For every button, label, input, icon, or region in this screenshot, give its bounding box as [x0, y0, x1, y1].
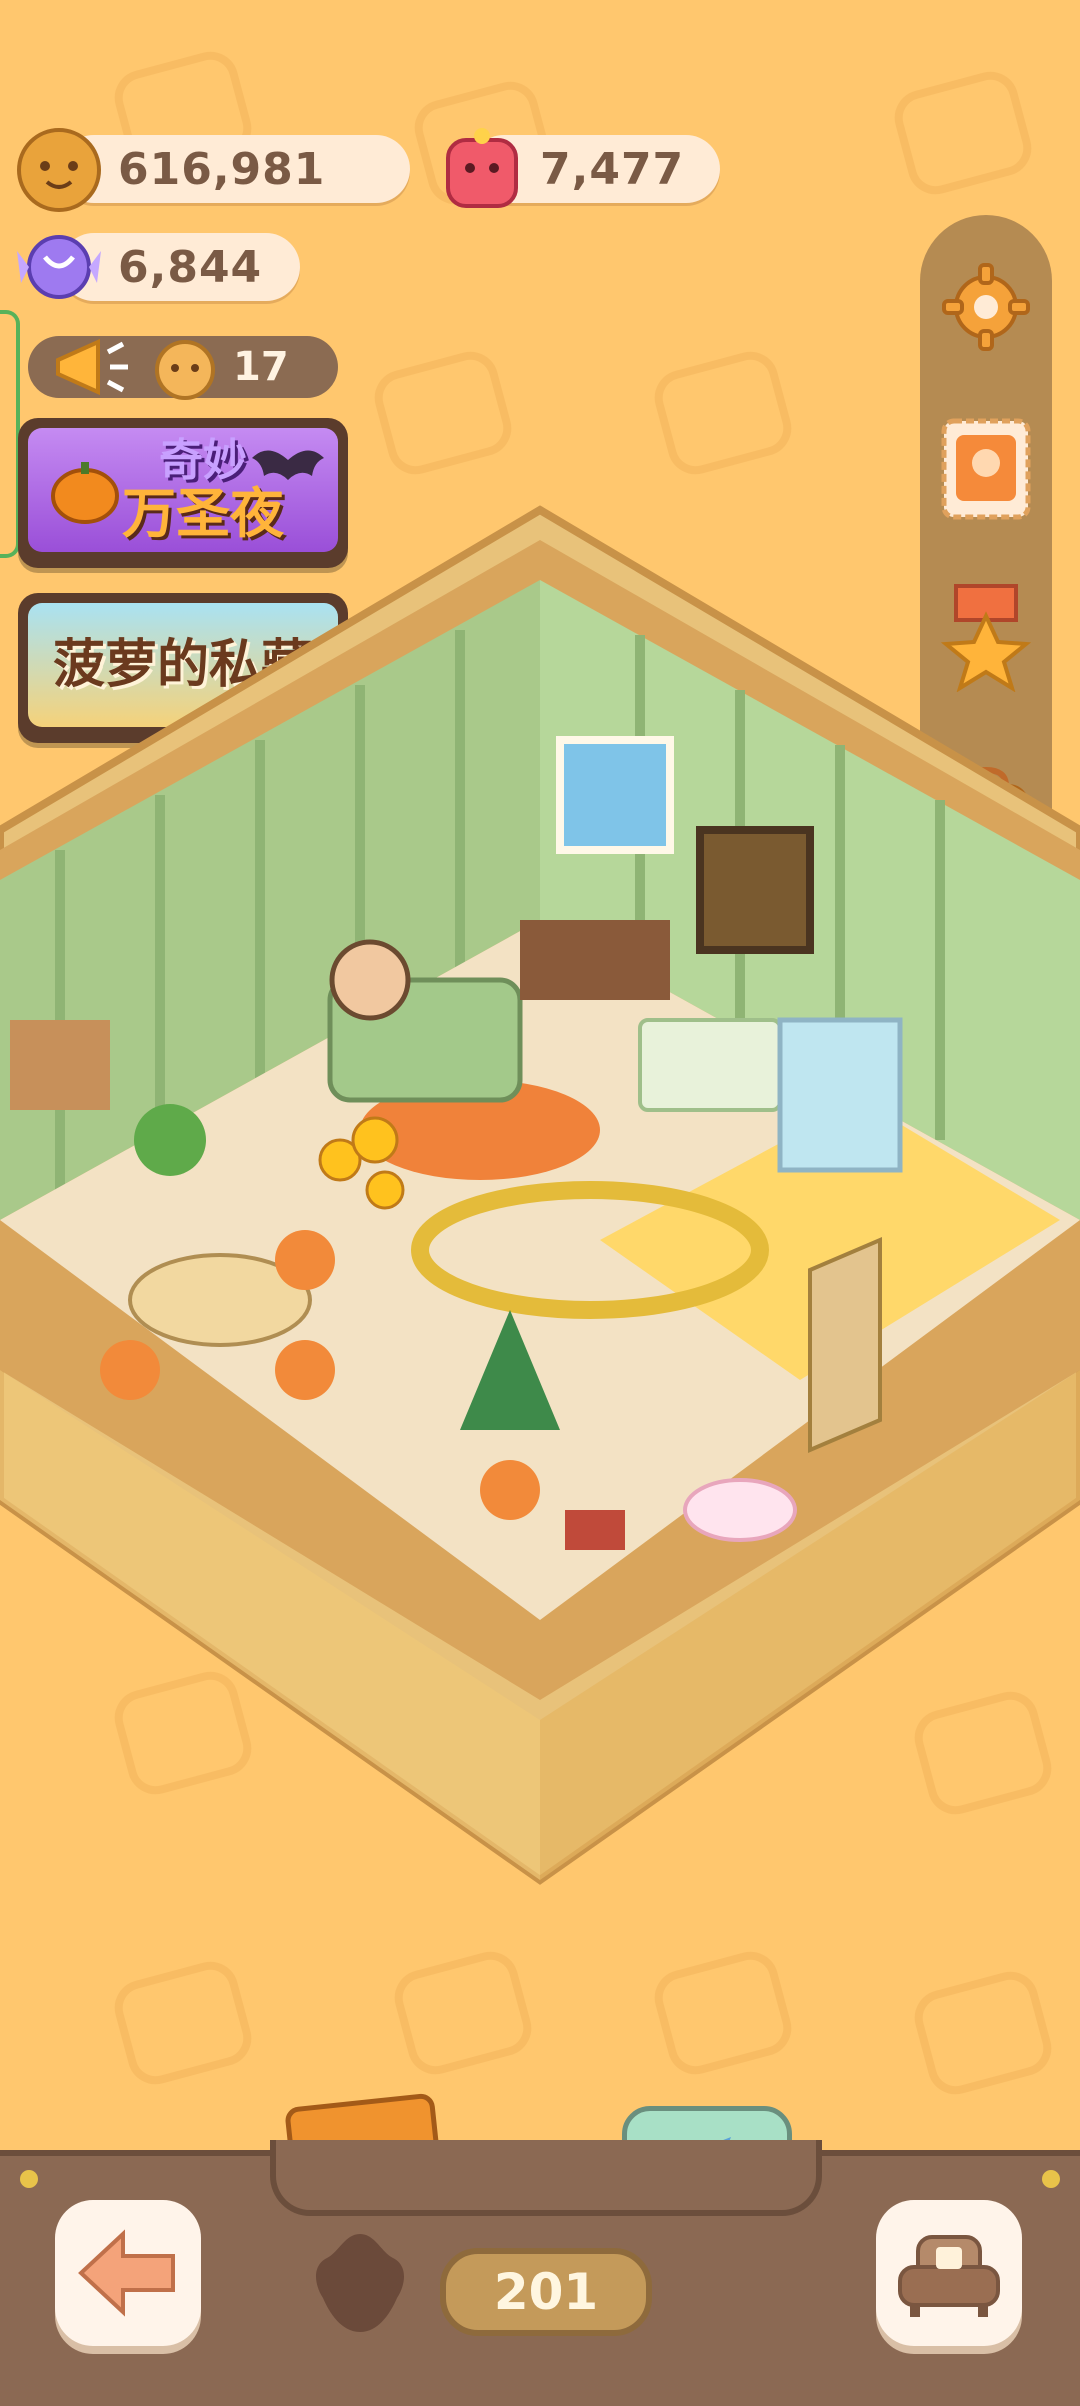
room-scene[interactable] — [0, 500, 1080, 1920]
coins-counter[interactable]: 616,981 — [60, 135, 410, 203]
bat-icon — [252, 450, 324, 480]
dresser — [638, 1018, 782, 1112]
settings-button[interactable] — [934, 255, 1038, 359]
sleeping-character — [329, 939, 411, 1021]
jelly-gem-icon — [440, 122, 524, 218]
furniture-button[interactable] — [876, 2200, 1022, 2346]
potted-plant — [134, 1104, 206, 1176]
back-button[interactable] — [55, 2200, 201, 2346]
sofa-icon — [898, 2235, 1000, 2317]
cookie-coin-icon — [15, 126, 103, 218]
megaphone-icon — [56, 338, 128, 396]
bottom-bar-notch — [270, 2140, 822, 2216]
level-indicator: 201 — [440, 2248, 652, 2336]
back-arrow-icon — [78, 2229, 175, 2317]
paw-rug — [683, 1478, 797, 1542]
stool — [100, 1340, 160, 1400]
stool — [275, 1230, 335, 1290]
book-stack — [565, 1510, 625, 1550]
desk — [520, 920, 670, 1000]
message-bar[interactable]: 17 — [28, 336, 338, 400]
message-count: 17 — [233, 344, 289, 390]
stool — [480, 1460, 540, 1520]
candy-icon — [15, 225, 103, 313]
wall-window — [696, 826, 814, 954]
flower-badge-icon — [305, 2228, 415, 2338]
coins-value: 616,981 — [118, 143, 326, 195]
window-painting — [556, 736, 674, 854]
bar-rivet-left — [20, 2170, 38, 2188]
level-value: 201 — [493, 2263, 599, 2321]
character-face-icon — [155, 340, 215, 400]
bar-rivet-right — [1042, 2170, 1060, 2188]
glass-cabinet — [777, 1017, 903, 1173]
gear-icon — [942, 263, 1030, 351]
candy-value: 6,844 — [118, 241, 263, 293]
side-cabinet — [10, 1020, 110, 1110]
gems-value: 7,477 — [540, 143, 685, 195]
folding-screen — [808, 1236, 882, 1454]
stool — [275, 1340, 335, 1400]
